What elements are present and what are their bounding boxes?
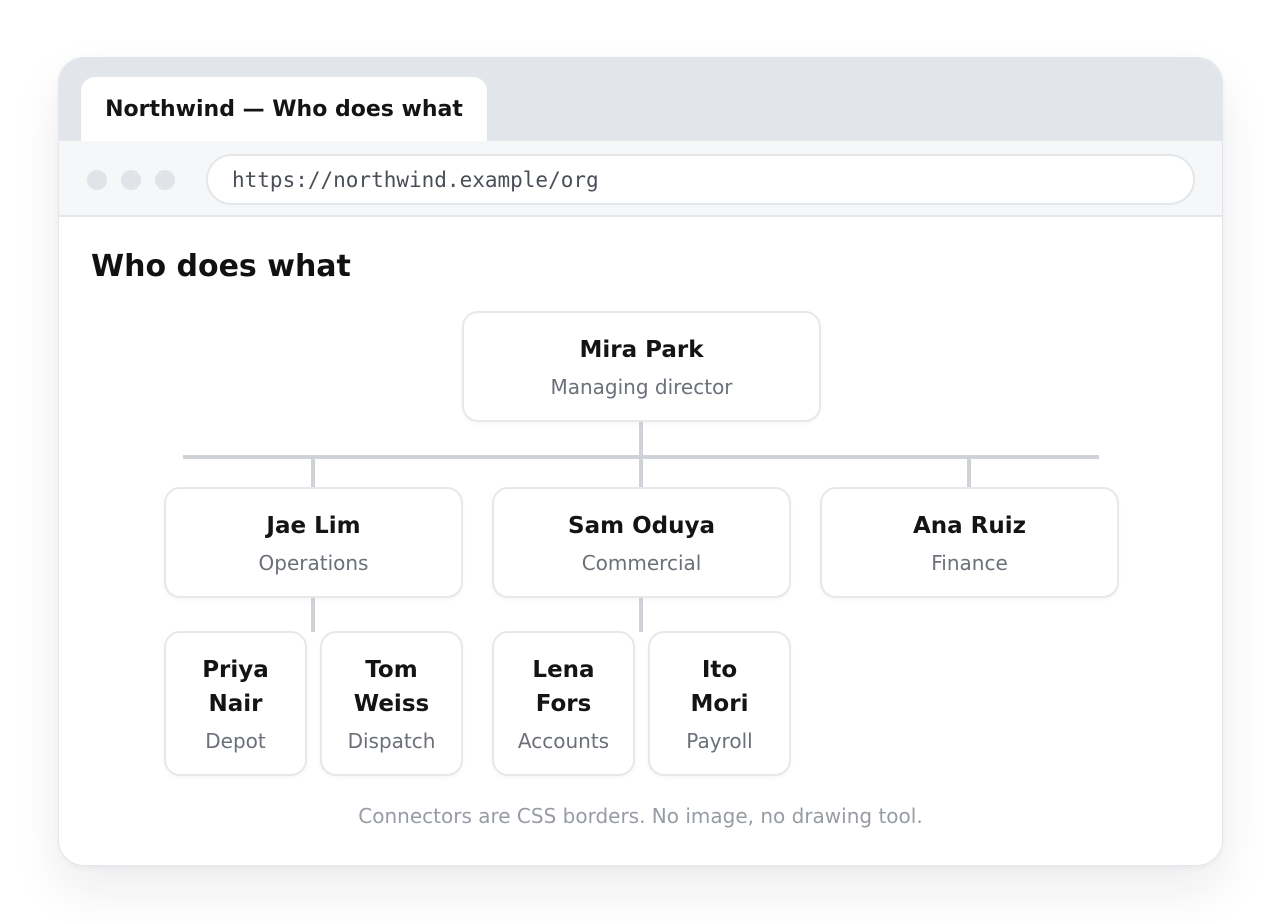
page-title: Who does what xyxy=(91,249,351,284)
tab-strip: Northwind — Who does what xyxy=(59,58,1222,142)
connector-head-1-reports xyxy=(311,598,315,632)
connector-to-head-2 xyxy=(639,457,643,488)
person-role: Operations xyxy=(258,551,369,575)
browser-window: Northwind — Who does what https://northw… xyxy=(58,57,1223,866)
tab-active[interactable]: Northwind — Who does what xyxy=(81,77,487,142)
person-role: Dispatch xyxy=(347,729,436,753)
person-role: Depot xyxy=(205,729,266,753)
person-name: Tom Weiss xyxy=(353,657,430,717)
org-node-report: Tom Weiss Dispatch xyxy=(320,631,463,776)
address-bar-url: https://northwind.example/org xyxy=(232,167,599,192)
person-role: Finance xyxy=(931,551,1008,575)
person-role: Managing director xyxy=(550,375,733,399)
person-name: Mira Park xyxy=(579,337,704,363)
connector-to-head-3 xyxy=(967,457,971,488)
address-bar[interactable]: https://northwind.example/org xyxy=(206,154,1195,205)
connector-to-head-1 xyxy=(311,457,315,488)
person-role: Accounts xyxy=(517,729,610,753)
browser-toolbar: https://northwind.example/org xyxy=(59,141,1222,217)
person-name: Lena Fors xyxy=(532,657,595,717)
minimize-window-dot-icon[interactable] xyxy=(121,170,141,190)
org-node-report: Lena Fors Accounts xyxy=(492,631,635,776)
org-node-head: Sam Oduya Commercial xyxy=(492,487,791,598)
tab-title: Northwind — Who does what xyxy=(105,97,463,122)
person-name: Priya Nair xyxy=(202,657,269,717)
person-name: Ana Ruiz xyxy=(912,513,1027,539)
connector-root-down xyxy=(639,422,643,458)
footnote: Connectors are CSS borders. No image, no… xyxy=(358,804,923,828)
org-node-head: Ana Ruiz Finance xyxy=(820,487,1119,598)
person-name: Jae Lim xyxy=(266,513,361,539)
connector-head-2-reports xyxy=(639,598,643,632)
person-name: Sam Oduya xyxy=(568,513,715,539)
maximize-window-dot-icon[interactable] xyxy=(155,170,175,190)
org-node-report: Priya Nair Depot xyxy=(164,631,307,776)
org-node-root: Mira Park Managing director xyxy=(462,311,821,422)
person-name: Ito Mori xyxy=(690,657,749,717)
person-role: Commercial xyxy=(581,551,702,575)
org-node-report: Ito Mori Payroll xyxy=(648,631,791,776)
close-window-dot-icon[interactable] xyxy=(87,170,107,190)
person-role: Payroll xyxy=(686,729,753,753)
org-node-head: Jae Lim Operations xyxy=(164,487,463,598)
